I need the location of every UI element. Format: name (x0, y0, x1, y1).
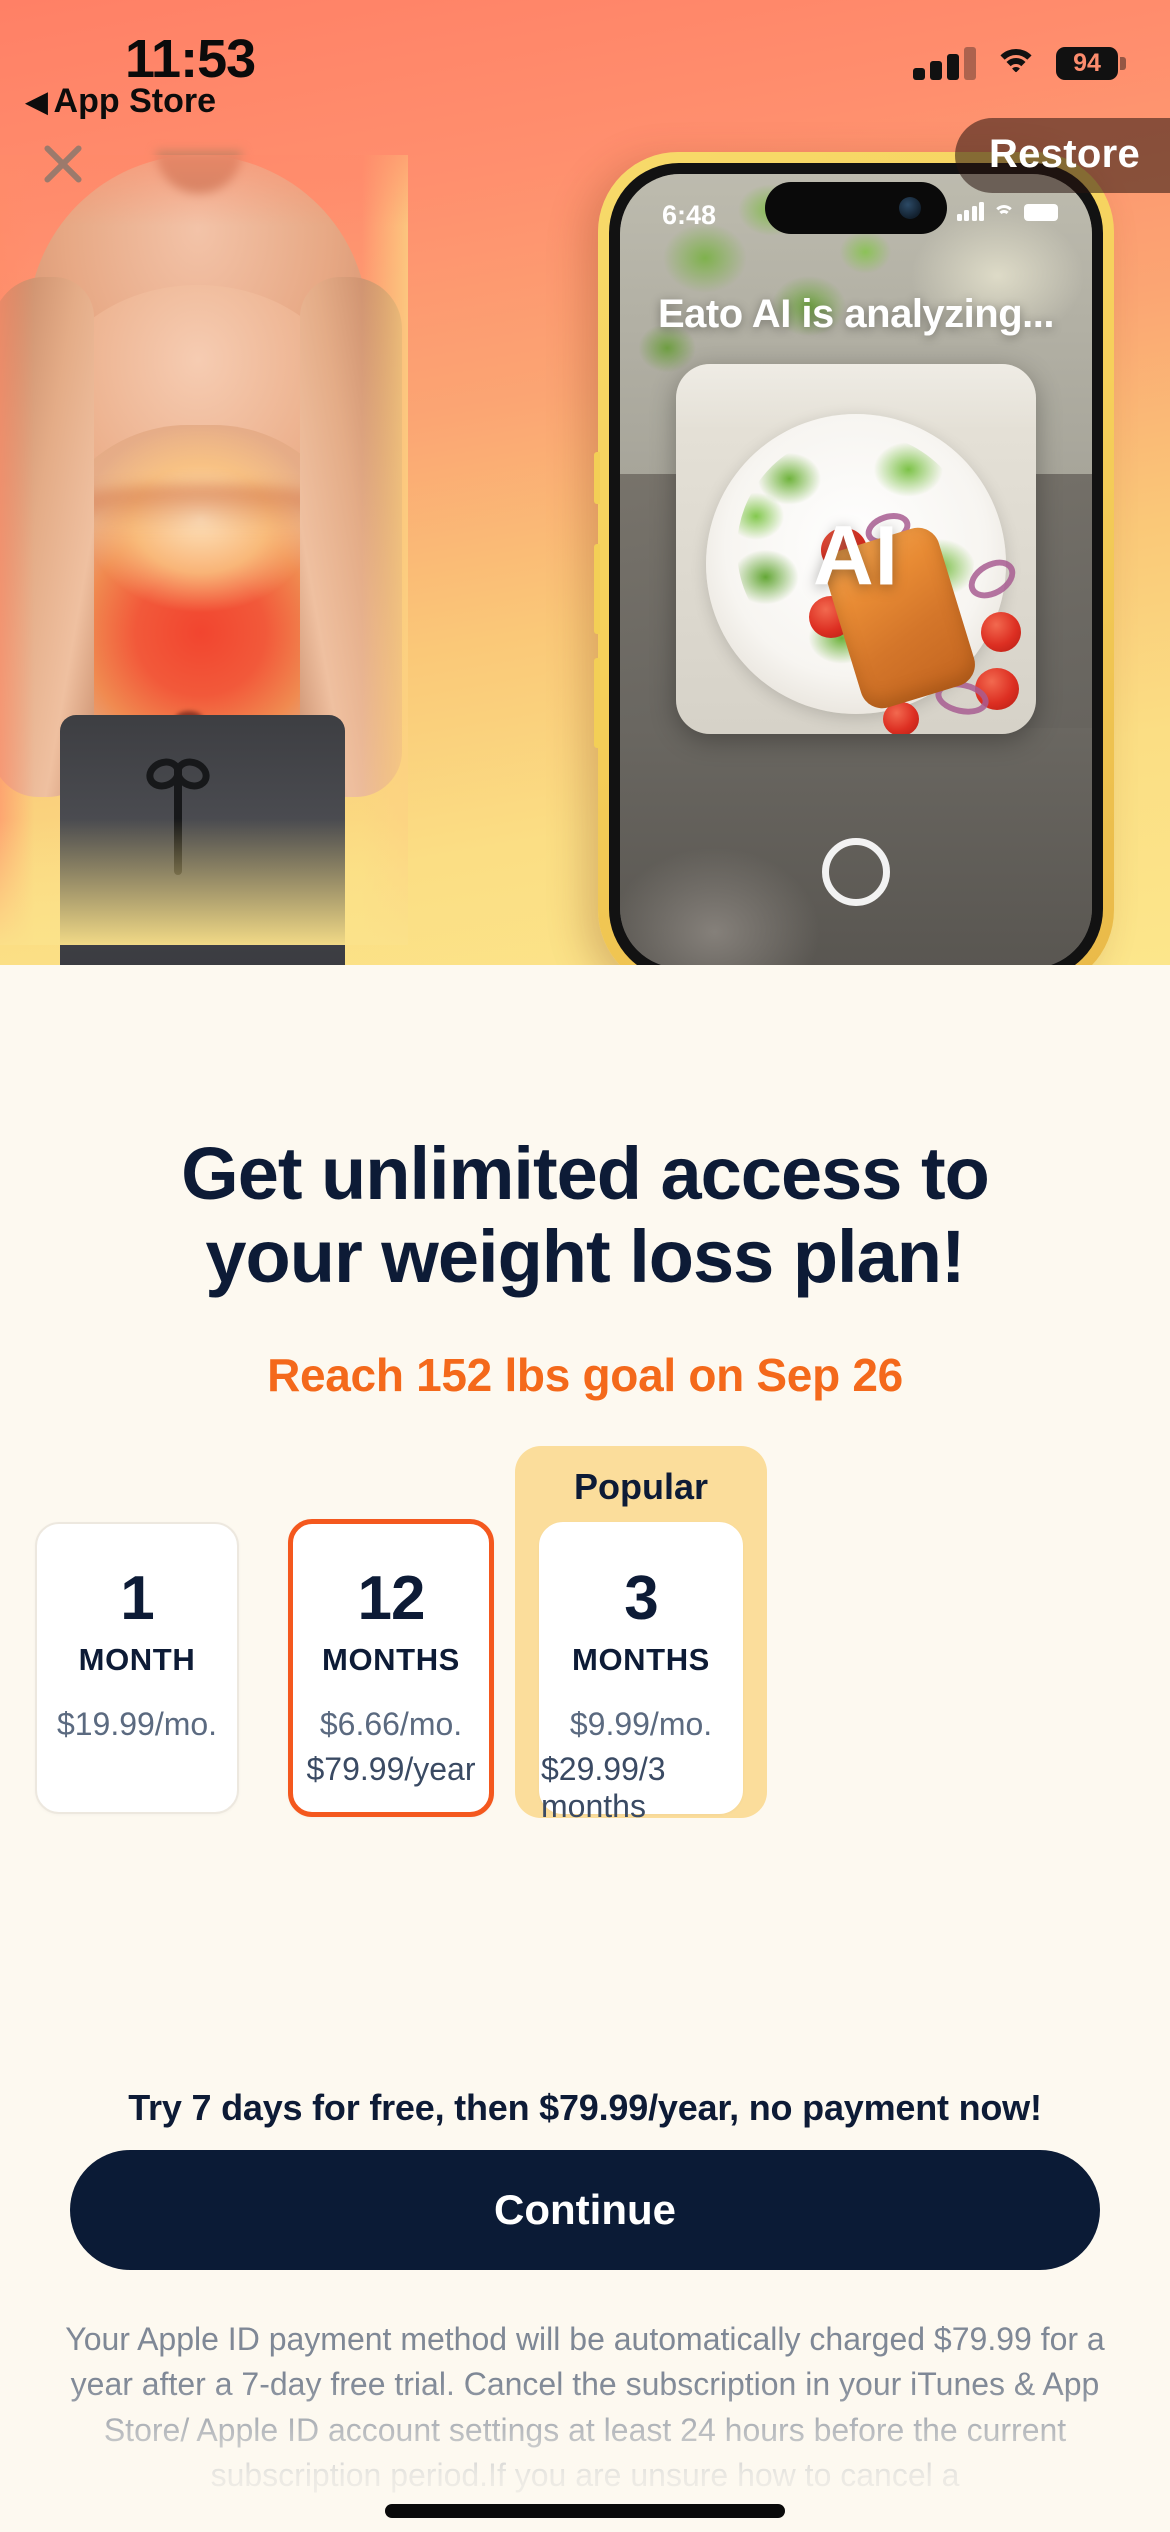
phone-cellular-signal-icon (956, 202, 984, 221)
page-title-line2: your weight loss plan! (205, 1214, 965, 1298)
plan-price-primary: $9.99/mo. (569, 1706, 713, 1742)
phone-analyzing-headline: Eato AI is analyzing... (658, 292, 1055, 336)
plan-price-secondary: $79.99/year (306, 1751, 476, 1787)
phone-screen-time: 6:48 (662, 200, 717, 230)
page-title-line1: Get unlimited access to (181, 1132, 990, 1215)
phone-screen-status-icons (956, 202, 1058, 221)
pants-drawstring (174, 765, 182, 875)
page-title: Get unlimited access to your weight loss… (0, 1132, 1170, 1299)
back-to-app-store-link[interactable]: ◀ App Store (26, 82, 216, 121)
plan-selector: Popular 1 MONTH $19.99/mo. 12 MONTHS $6.… (35, 1446, 1135, 1824)
overweight-torso-illustration (0, 151, 408, 965)
camera-shutter-icon (822, 838, 890, 906)
plan-price-primary: $19.99/mo. (56, 1706, 218, 1742)
restore-button[interactable]: Restore (954, 118, 1170, 193)
popular-badge: Popular (573, 1466, 708, 1507)
legal-disclaimer-wrapper: Your Apple ID payment method will be aut… (0, 2317, 1170, 2532)
phone-volume-up-button (594, 544, 600, 634)
back-label: App Store (53, 82, 216, 120)
close-icon[interactable] (30, 130, 96, 196)
plan-duration-number: 3 (624, 1564, 658, 1633)
ai-overlay-label: AI (813, 508, 899, 603)
status-bar-indicators: 94 (913, 46, 1126, 80)
tomato-slice (981, 612, 1021, 652)
plan-duration-unit: MONTH (78, 1642, 196, 1677)
plan-duration-number: 12 (357, 1564, 426, 1633)
plan-price-primary: $6.66/mo. (319, 1706, 463, 1742)
goal-subtitle: Reach 152 lbs goal on Sep 26 (267, 1349, 903, 1401)
hero-banner: 6:48 Eato AI is analyzing... AI 11:53 94… (0, 0, 1170, 965)
continue-button[interactable]: Continue (70, 2150, 1100, 2270)
phone-bezel: 6:48 Eato AI is analyzing... AI (609, 163, 1103, 965)
plan-duration-number: 1 (120, 1564, 154, 1633)
paywall-sheet: Get unlimited access to your weight loss… (0, 965, 1170, 2532)
wifi-icon (994, 47, 1038, 80)
battery-level-text: 94 (1073, 49, 1101, 77)
salmon-salad-photo: AI (676, 364, 1036, 734)
phone-battery-icon (1024, 204, 1058, 221)
plan-price-secondary: $29.99/3 months (541, 1751, 666, 1824)
plan-card-1-month[interactable]: 1 MONTH $19.99/mo. (35, 1522, 239, 1814)
phone-wifi-icon (993, 204, 1015, 221)
phone-notch (765, 182, 947, 234)
trial-info-text: Try 7 days for free, then $79.99/year, n… (128, 2087, 1042, 2128)
status-bar-time: 11:53 (125, 29, 256, 89)
torso-pants (60, 715, 345, 965)
battery-icon: 94 (1056, 47, 1126, 80)
phone-silent-switch (594, 452, 600, 504)
back-arrow-icon: ◀ (26, 85, 48, 117)
legal-disclaimer: Your Apple ID payment method will be aut… (65, 2321, 1105, 2494)
plan-card-12-months[interactable]: 12 MONTHS $6.66/mo. $79.99/year (288, 1519, 494, 1817)
phone-mockup: 6:48 Eato AI is analyzing... AI (594, 152, 1114, 965)
phone-screen: 6:48 Eato AI is analyzing... AI (620, 174, 1092, 965)
cellular-signal-icon (913, 46, 976, 80)
home-indicator[interactable] (385, 2504, 785, 2518)
plan-duration-unit: MONTHS (322, 1642, 460, 1677)
plan-card-3-months[interactable]: 3 MONTHS $9.99/mo. $29.99/3 months (539, 1522, 743, 1824)
plan-duration-unit: MONTHS (572, 1642, 710, 1677)
phone-volume-down-button (594, 658, 600, 748)
